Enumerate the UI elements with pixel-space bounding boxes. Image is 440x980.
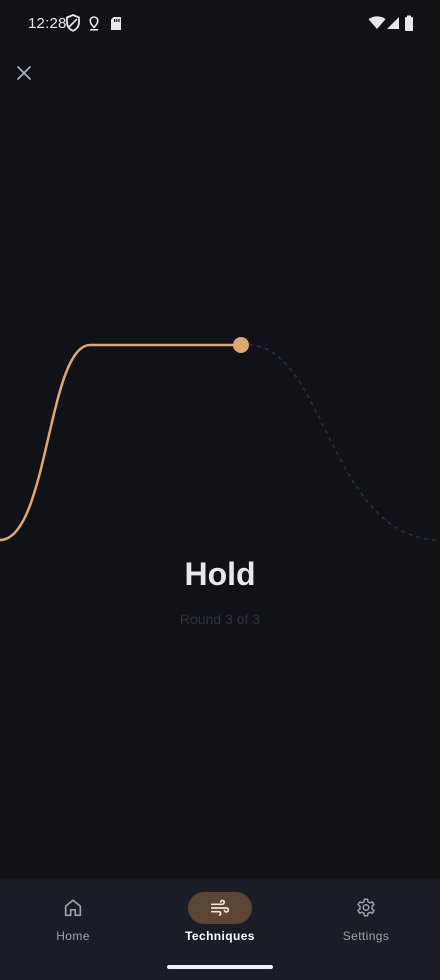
gesture-handle[interactable] [167,965,273,969]
close-icon [17,66,31,80]
breathing-wave [0,337,440,542]
nav-item-settings[interactable]: Settings [306,891,426,955]
nav-label-techniques: Techniques [185,929,255,943]
wind-icon [210,899,230,916]
nav-pill [41,892,105,924]
progress-marker [233,337,249,353]
shield-icon [66,14,80,32]
phase-title: Hold [184,556,256,592]
status-bar: 12:28 [0,0,440,48]
nav-label-settings: Settings [342,929,390,943]
status-time: 12:28 [28,15,67,32]
location-pin-icon [89,16,99,31]
sd-card-icon [111,17,121,30]
nav-pill-active [188,892,252,924]
wave-progress-path [0,343,241,542]
round-counter: Round 3 of 3 [179,611,261,627]
nav-item-techniques[interactable]: Techniques [160,891,280,955]
gear-icon [357,898,375,917]
wifi-icon [368,16,386,29]
breathing-session-screen: 12:28 Hold Round 3 of 3 Home Techniques … [0,0,440,980]
battery-icon [405,15,413,31]
nav-item-home[interactable]: Home [13,891,133,955]
nav-pill [334,892,398,924]
home-icon [64,899,82,917]
close-button[interactable] [8,57,40,89]
wave-upcoming-path [241,344,440,541]
cellular-signal-icon [387,17,399,29]
nav-label-home: Home [56,929,90,943]
